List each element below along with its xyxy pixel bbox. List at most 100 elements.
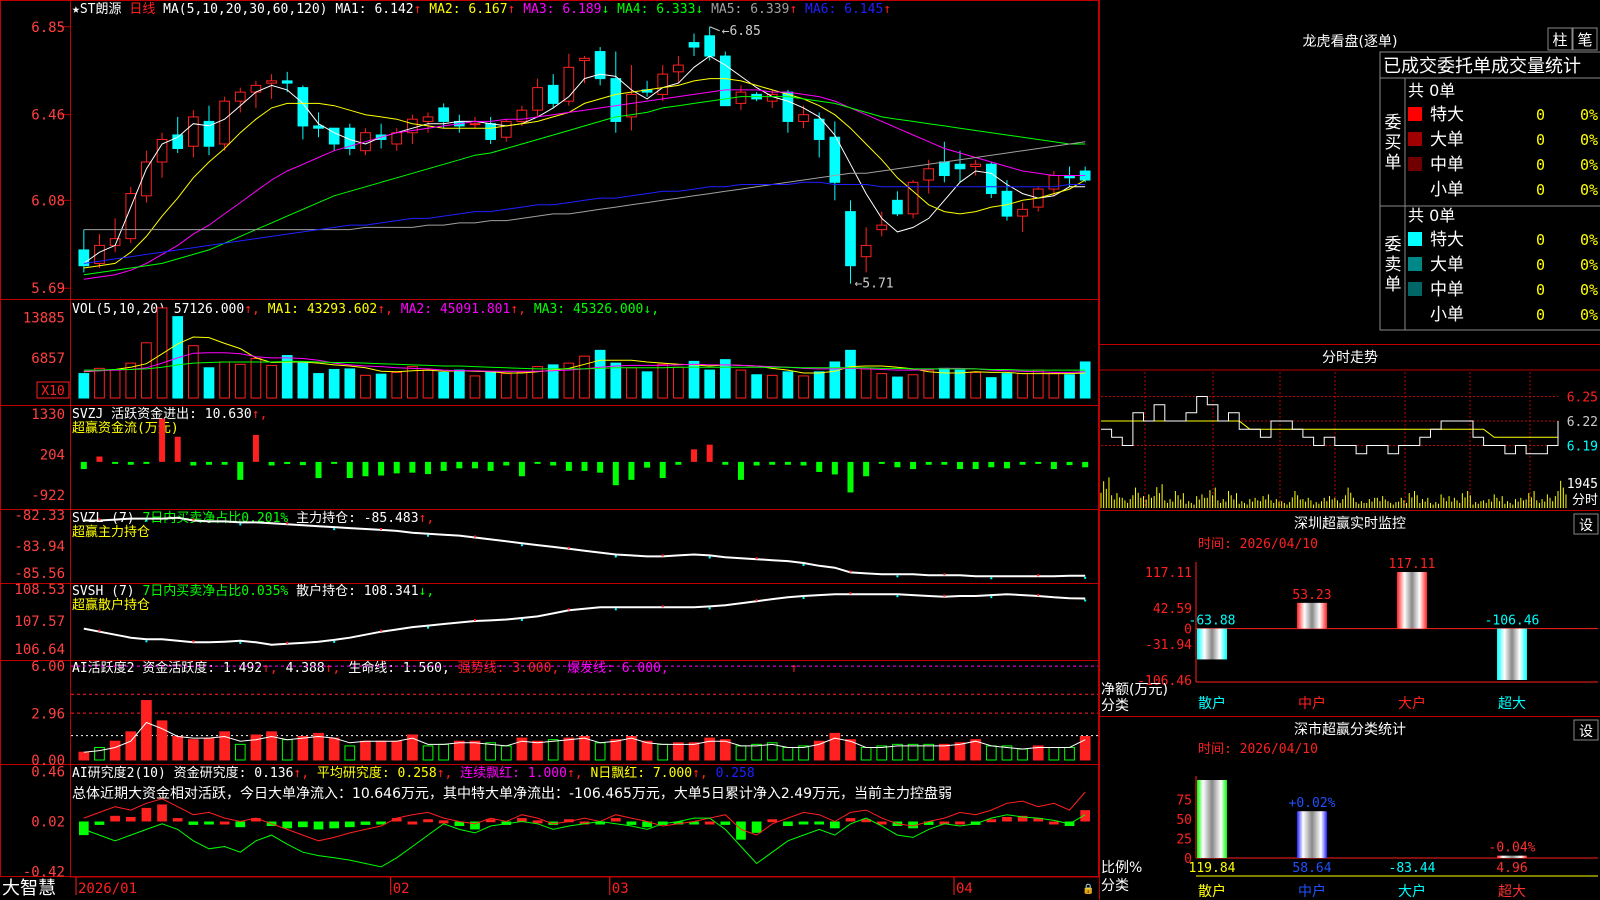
candle-body[interactable] xyxy=(970,163,982,168)
ai2-bar[interactable] xyxy=(344,821,355,828)
candle-body[interactable] xyxy=(391,132,403,145)
volume-bar[interactable] xyxy=(1079,361,1091,399)
candle-body[interactable] xyxy=(516,109,528,122)
ai1-bar[interactable] xyxy=(1064,746,1075,761)
candle-body[interactable] xyxy=(610,78,622,122)
svzj-bar[interactable] xyxy=(863,461,870,477)
ai2-bar[interactable] xyxy=(313,821,324,830)
svzj-bar[interactable] xyxy=(425,461,432,475)
ai1-bar[interactable] xyxy=(500,745,512,761)
ai2-bar[interactable] xyxy=(1080,810,1091,822)
svzj-bar[interactable] xyxy=(800,461,807,466)
svzj-bar[interactable] xyxy=(471,461,478,469)
volume-bar[interactable] xyxy=(109,369,121,399)
volume-bar[interactable] xyxy=(1017,373,1028,399)
candle-body[interactable] xyxy=(704,35,716,57)
ai2-bar[interactable] xyxy=(125,816,136,822)
volume-bar[interactable] xyxy=(344,368,356,399)
volume-bar[interactable] xyxy=(876,373,888,399)
ai1-bar[interactable] xyxy=(234,743,246,761)
svsh-panel[interactable]: SVSH (7) 7日内买卖净占比0.035% 散户持仓: 108.341↓,超… xyxy=(72,583,1087,646)
svzj-bar[interactable] xyxy=(174,436,181,462)
candle-body[interactable] xyxy=(485,123,496,140)
ai2-bar[interactable] xyxy=(783,821,793,827)
ai1-bar[interactable] xyxy=(375,740,387,761)
svzj-bar[interactable] xyxy=(393,461,400,474)
svzj-bar[interactable] xyxy=(878,461,885,464)
ai2-bar[interactable] xyxy=(141,807,152,822)
volume-bar[interactable] xyxy=(485,371,496,399)
sz-bar[interactable] xyxy=(1497,628,1527,680)
volume-bar[interactable] xyxy=(954,369,966,399)
volume-bar[interactable] xyxy=(985,377,997,399)
ai2-bar[interactable] xyxy=(814,821,825,825)
ai1-bar[interactable] xyxy=(782,746,794,761)
svzj-bar[interactable] xyxy=(80,461,87,470)
ai1-bar[interactable] xyxy=(876,745,888,761)
svzj-bar[interactable] xyxy=(550,461,557,466)
volume-bar[interactable] xyxy=(845,349,856,399)
candlestick-panel[interactable]: ←6.85 ←5.71 xyxy=(60,24,1091,292)
svzj-bar[interactable] xyxy=(894,461,901,468)
svzj-bar[interactable] xyxy=(722,461,729,465)
volume-bar[interactable] xyxy=(594,349,606,399)
ai2-bar[interactable] xyxy=(626,821,637,825)
svzj-bar[interactable] xyxy=(362,461,369,477)
svzj-bar[interactable] xyxy=(784,461,791,465)
volume-bar[interactable] xyxy=(782,371,794,399)
ai2-bar[interactable] xyxy=(219,821,230,825)
svzj-bar[interactable] xyxy=(816,461,823,472)
ai2-bar[interactable] xyxy=(423,819,433,823)
svzj-bar[interactable] xyxy=(831,461,838,475)
volume-bar[interactable] xyxy=(813,371,825,399)
ai1-bar[interactable] xyxy=(109,740,121,761)
svzj-bar[interactable] xyxy=(1066,461,1073,466)
volume-bar[interactable] xyxy=(469,375,481,399)
svzj-bar[interactable] xyxy=(706,444,713,462)
ai1-bar[interactable] xyxy=(829,732,841,761)
candle-body[interactable] xyxy=(626,93,637,118)
volume-bar[interactable] xyxy=(923,369,935,399)
svzj-bar[interactable] xyxy=(143,461,150,464)
svzj-bar[interactable] xyxy=(1082,461,1089,468)
ai2-bar[interactable] xyxy=(78,821,89,836)
candle-body[interactable] xyxy=(579,57,590,62)
ai2-bar[interactable] xyxy=(188,821,199,825)
ai2-bar[interactable] xyxy=(610,818,621,822)
candle-body[interactable] xyxy=(688,42,700,48)
volume-bar[interactable] xyxy=(1001,373,1013,399)
sz-bar[interactable] xyxy=(1197,628,1227,660)
svzj-bar[interactable] xyxy=(518,461,525,477)
ai2-bar[interactable] xyxy=(110,815,120,822)
ai1-bar[interactable] xyxy=(563,737,575,761)
candle-body[interactable] xyxy=(141,161,152,197)
svzj-bar[interactable] xyxy=(1003,461,1010,469)
svzj-bar[interactable] xyxy=(159,418,166,462)
ai1-bar[interactable] xyxy=(532,740,543,761)
candle-body[interactable] xyxy=(735,91,747,104)
ai2-bar[interactable] xyxy=(704,821,715,825)
candle-body[interactable] xyxy=(532,87,543,111)
svzj-bar[interactable] xyxy=(503,461,510,466)
ai1-bar[interactable] xyxy=(187,739,199,761)
candle-body[interactable] xyxy=(547,84,559,104)
volume-bar[interactable] xyxy=(328,369,340,399)
svzl-panel[interactable]: SVZL (7) 7日内买卖净占比0.201% 主力持仓: -85.483↑,超… xyxy=(72,510,1087,580)
ai1-bar[interactable] xyxy=(985,745,997,761)
volume-bar[interactable] xyxy=(579,355,590,399)
ai1-bar[interactable] xyxy=(547,739,559,761)
candle-body[interactable] xyxy=(469,123,481,126)
sf-bar[interactable] xyxy=(1197,780,1227,858)
ai1-bar[interactable] xyxy=(453,740,465,761)
volume-bar[interactable] xyxy=(907,374,919,399)
volume-bar[interactable] xyxy=(438,371,450,399)
ai1-bar[interactable] xyxy=(1017,748,1028,761)
svzj-bar[interactable] xyxy=(346,461,353,479)
svzj-bar[interactable] xyxy=(675,461,682,465)
svzj-bar[interactable] xyxy=(581,461,588,471)
candle-body[interactable] xyxy=(281,80,293,84)
ai1-bar[interactable] xyxy=(673,742,684,761)
ai2-bar[interactable] xyxy=(329,821,340,829)
ai1-bar[interactable] xyxy=(469,740,481,761)
volume-bar[interactable] xyxy=(657,363,669,399)
